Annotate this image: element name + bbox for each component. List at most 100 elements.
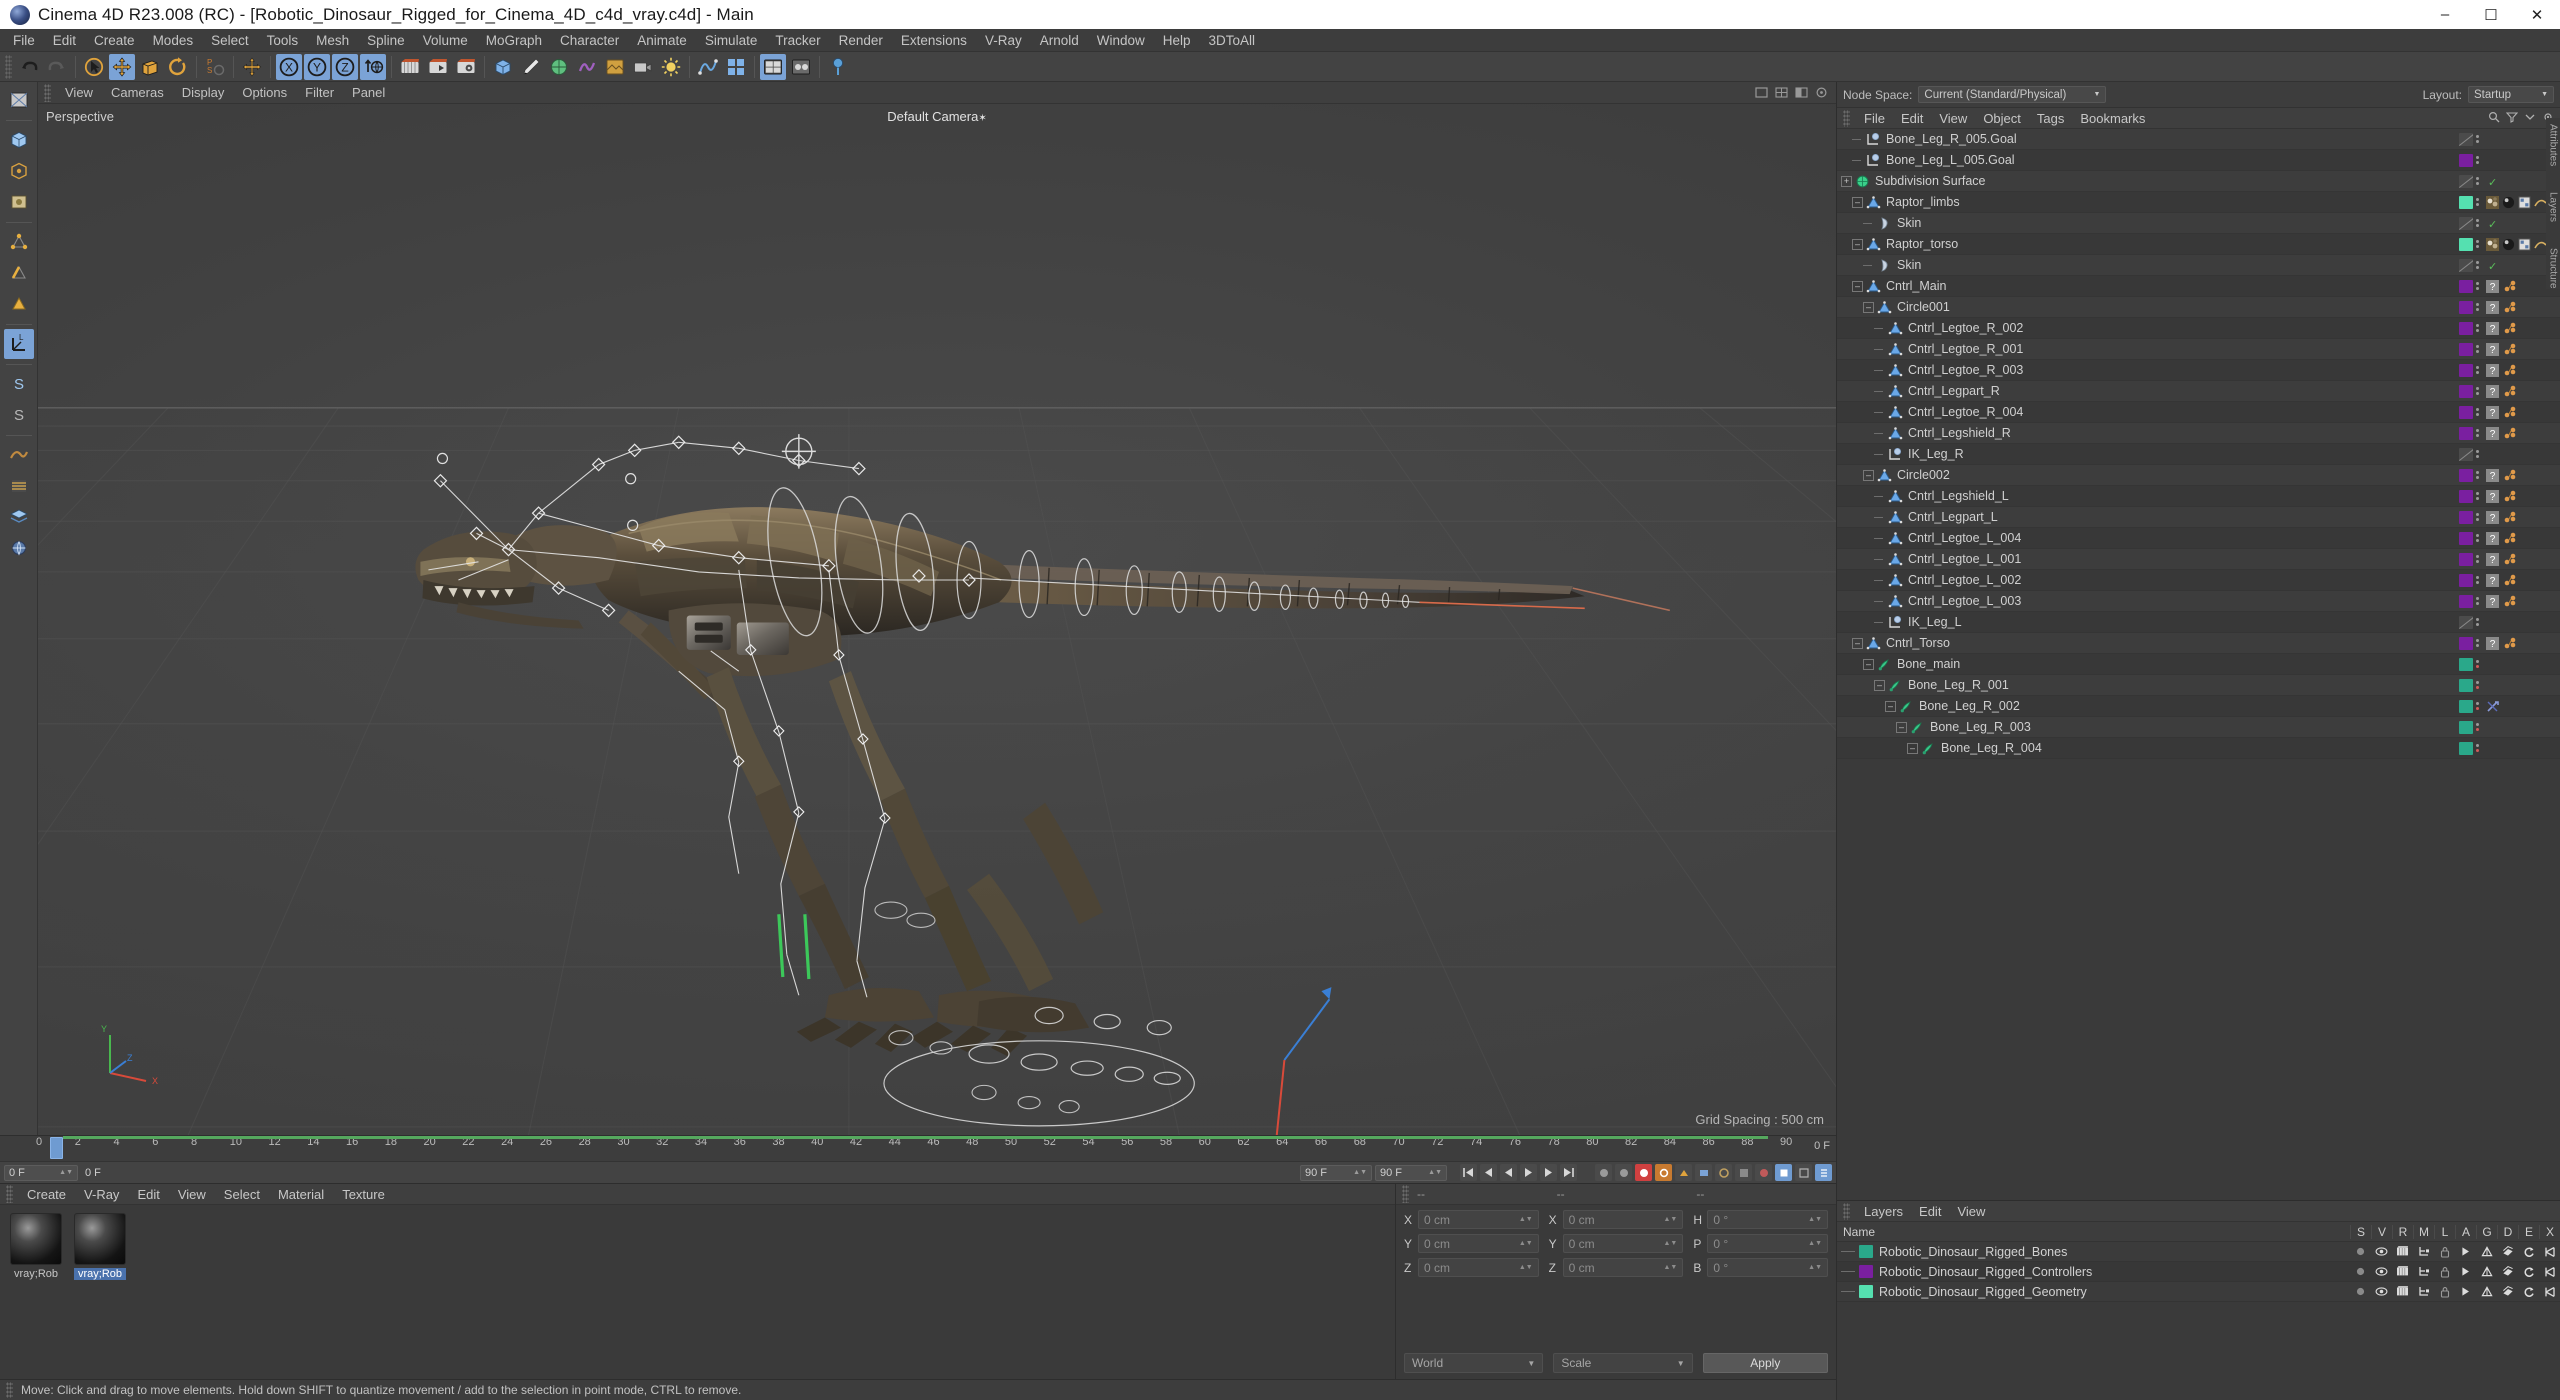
y-axis-lock-button[interactable]: Y <box>304 53 330 80</box>
object-tags[interactable]: ? <box>2486 426 2556 440</box>
object-menu-view[interactable]: View <box>1931 109 1975 128</box>
mograph-cloner-button[interactable] <box>546 54 572 80</box>
expand-collapse-icon[interactable]: – <box>1852 637 1863 649</box>
xpresso-tag-icon[interactable] <box>2502 511 2516 524</box>
layer-toggle-R[interactable] <box>2392 1246 2413 1257</box>
undo-button[interactable] <box>16 54 42 80</box>
layer-color-chip[interactable] <box>2459 384 2473 398</box>
pla-button[interactable] <box>1755 1164 1772 1181</box>
object-row[interactable]: + Subdivision Surface ✓ <box>1837 171 2560 192</box>
expand-collapse-icon[interactable]: – <box>1896 721 1907 733</box>
material-tag-icon[interactable] <box>2502 196 2515 209</box>
spline-tools-button[interactable] <box>695 54 721 80</box>
object-row[interactable]: – Raptor_torso <box>1837 234 2560 255</box>
object-row[interactable]: Skin ✓ <box>1837 213 2560 234</box>
menu-simulate[interactable]: Simulate <box>696 31 767 50</box>
xpresso-tag-icon[interactable] <box>2502 301 2516 314</box>
cube-primitive-button[interactable] <box>490 54 516 80</box>
layer-color-chip[interactable] <box>2459 657 2473 671</box>
layer-menu-view[interactable]: View <box>1949 1202 1993 1221</box>
maximize-button[interactable]: ☐ <box>2468 0 2514 29</box>
layer-toggle-V[interactable] <box>2371 1246 2392 1257</box>
viewport-menu-view[interactable]: View <box>56 83 102 102</box>
viewport-menu-options[interactable]: Options <box>233 83 296 102</box>
coordinate-rotation-input[interactable]: 0 ° ▲▼ <box>1707 1234 1829 1253</box>
node-space-select[interactable]: Current (Standard/Physical) ▼ <box>1918 86 2107 103</box>
menu-mograph[interactable]: MoGraph <box>477 31 551 50</box>
visibility-dots[interactable] <box>2476 240 2482 248</box>
object-tags[interactable]: ? <box>2486 321 2556 335</box>
layer-toggle-X[interactable] <box>2539 1266 2560 1278</box>
layer-toggle-R[interactable] <box>2392 1266 2413 1277</box>
xpresso-tag-icon[interactable] <box>2502 595 2516 608</box>
object-row[interactable]: IK_Leg_R <box>1837 444 2560 465</box>
edge-mode-button[interactable] <box>4 258 34 288</box>
visibility-dots[interactable] <box>2476 408 2482 416</box>
material-swatch[interactable]: vray;Rob <box>74 1213 126 1280</box>
xpresso-tag-icon[interactable] <box>2502 427 2516 440</box>
layer-toggle-G[interactable] <box>2476 1285 2497 1298</box>
object-menu-file[interactable]: File <box>1856 109 1893 128</box>
xpresso-tag-icon[interactable] <box>2502 532 2516 545</box>
visibility-dots[interactable] <box>2476 261 2482 269</box>
render-view-button[interactable] <box>397 54 423 80</box>
layer-column-X[interactable]: X <box>2539 1224 2560 1239</box>
object-row[interactable]: – Bone_Leg_R_001 <box>1837 675 2560 696</box>
unknown-tag-icon[interactable]: ? <box>2486 363 2499 377</box>
expand-collapse-icon[interactable]: – <box>1852 196 1863 208</box>
object-row[interactable]: – Cntrl_Main? <box>1837 276 2560 297</box>
layer-color-chip[interactable] <box>2459 405 2473 419</box>
model-mode-button[interactable] <box>4 125 34 155</box>
layer-menu-grip[interactable] <box>1843 1202 1850 1220</box>
unknown-tag-icon[interactable]: ? <box>2486 489 2499 503</box>
texture-tag-icon[interactable] <box>2486 237 2499 251</box>
range-start-field[interactable]: 90 F ▲▼ <box>1300 1164 1372 1181</box>
edge-tab-structure[interactable]: Structure <box>2548 248 2559 289</box>
world-coordinates-button[interactable] <box>239 54 265 80</box>
viewport-menu-filter[interactable]: Filter <box>296 83 343 102</box>
material-menu-grip[interactable] <box>6 1185 13 1203</box>
material-menu-select[interactable]: Select <box>215 1185 269 1204</box>
visibility-dots[interactable] <box>2476 723 2482 731</box>
layer-color-swatch[interactable] <box>1859 1265 1873 1278</box>
unknown-tag-icon[interactable]: ? <box>2486 384 2499 398</box>
expand-collapse-icon[interactable]: – <box>1863 301 1874 313</box>
layer-color-chip[interactable] <box>2459 573 2473 587</box>
move-tool-button[interactable] <box>109 53 135 80</box>
scale-tool-button[interactable] <box>137 54 163 80</box>
go-to-start-button[interactable] <box>1460 1164 1477 1181</box>
material-menu-material[interactable]: Material <box>269 1185 333 1204</box>
live-selection-tool-button[interactable] <box>81 54 107 80</box>
timeline-ruler[interactable]: 0 2 4 6 8 10 12 14 16 18 20 22 24 26 28 30 32 34 36 38 40 42 4… <box>0 1135 1836 1161</box>
layer-toggle-S[interactable] <box>2350 1246 2371 1257</box>
object-tags[interactable]: ? <box>2486 405 2556 419</box>
unknown-tag-icon[interactable]: ? <box>2486 279 2499 293</box>
material-swatch[interactable]: vray;Rob <box>10 1213 62 1280</box>
layer-toggle-V[interactable] <box>2371 1266 2392 1277</box>
visibility-dots[interactable] <box>2476 513 2482 521</box>
menu-v-ray[interactable]: V-Ray <box>976 31 1031 50</box>
xpresso-tag-icon[interactable] <box>2502 553 2516 566</box>
visibility-dots[interactable] <box>2476 135 2482 143</box>
layer-color-chip[interactable] <box>2459 510 2473 524</box>
layer-row[interactable]: Robotic_Dinosaur_Rigged_Controllers <box>1837 1262 2560 1282</box>
menu-window[interactable]: Window <box>1088 31 1154 50</box>
visibility-dots[interactable] <box>2476 681 2482 689</box>
world-object-axis-button[interactable] <box>360 53 386 80</box>
layer-column-M[interactable]: M <box>2413 1224 2434 1239</box>
menu-select[interactable]: Select <box>202 31 258 50</box>
check-tag-icon[interactable]: ✓ <box>2486 217 2499 231</box>
unknown-tag-icon[interactable]: ? <box>2486 342 2499 356</box>
object-row[interactable]: – Cntrl_Torso? <box>1837 633 2560 654</box>
autokeying-button[interactable] <box>1655 1164 1672 1181</box>
coordinate-position-input[interactable]: 0 cm ▲▼ <box>1418 1258 1539 1277</box>
xpresso-tag-icon[interactable] <box>2502 343 2516 356</box>
layer-column-G[interactable]: G <box>2476 1224 2497 1239</box>
visibility-dots[interactable] <box>2476 303 2482 311</box>
layer-color-chip[interactable] <box>2459 216 2473 230</box>
visibility-dots[interactable] <box>2476 618 2482 626</box>
object-menu-tags[interactable]: Tags <box>2029 109 2072 128</box>
visibility-dots[interactable] <box>2476 177 2482 185</box>
object-row[interactable]: Cntrl_Legpart_R? <box>1837 381 2560 402</box>
layer-toggle-G[interactable] <box>2476 1265 2497 1278</box>
